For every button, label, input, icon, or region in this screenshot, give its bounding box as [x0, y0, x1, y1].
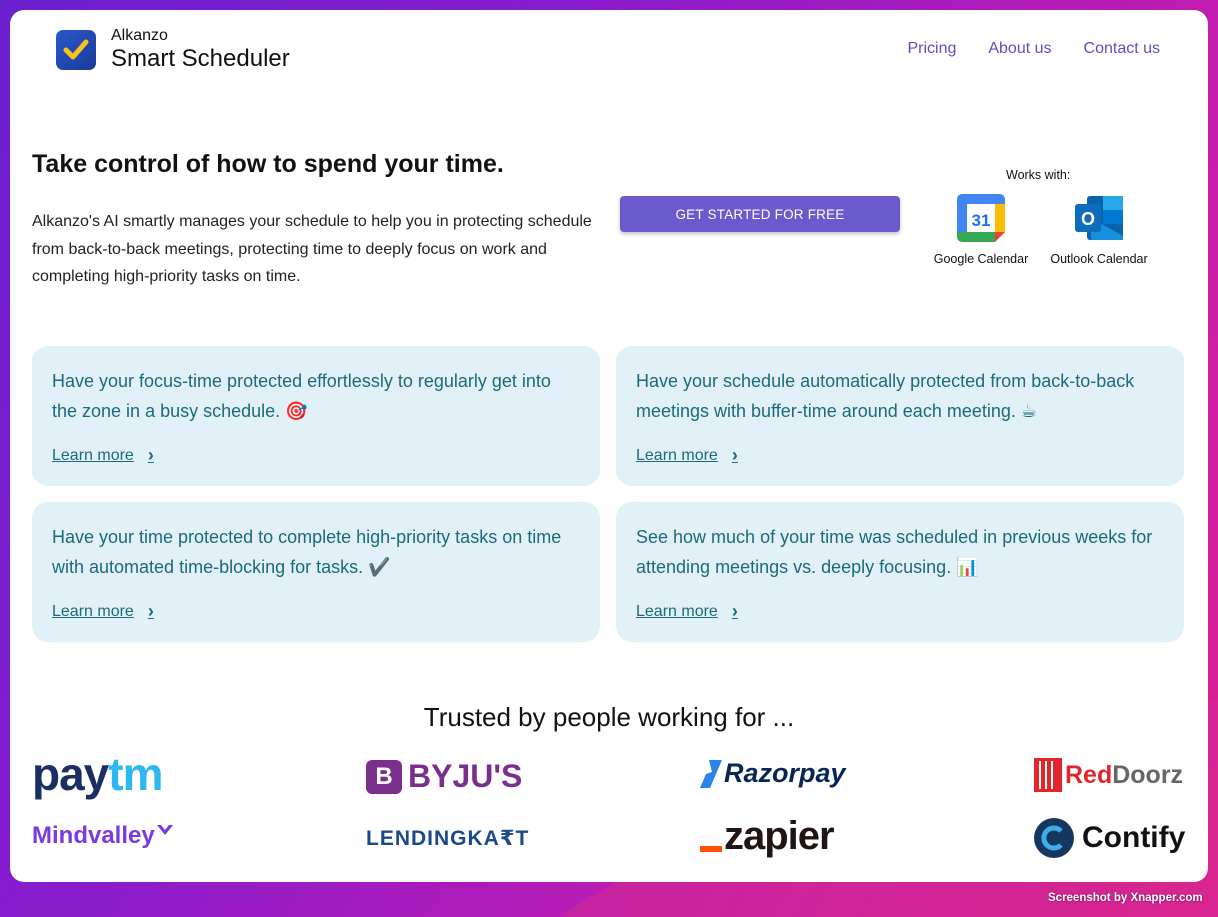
chevron-right-icon: ›	[731, 601, 738, 621]
byjus-logo: B BYJU'S	[366, 758, 522, 795]
nav-pricing[interactable]: Pricing	[907, 40, 956, 58]
brand-product: Smart Scheduler	[111, 45, 290, 72]
learn-more-label: Learn more	[636, 446, 718, 464]
integration-outlook-calendar[interactable]: O Outlook Calendar	[1044, 192, 1154, 266]
learn-more-link[interactable]: Learn more ›	[52, 445, 154, 466]
brand-logo[interactable]	[56, 30, 96, 70]
mindvalley-logo: Mindvalley	[32, 822, 173, 850]
works-with-label: Works with:	[1006, 168, 1071, 182]
learn-more-label: Learn more	[636, 602, 718, 620]
learn-more-link[interactable]: Learn more ›	[636, 445, 738, 466]
hero-description: Alkanzo's AI smartly manages your schedu…	[32, 213, 592, 285]
feature-card-time-blocking: Have your time protected to complete hig…	[32, 502, 600, 642]
reddoorz-logo: Red Doorz	[1034, 758, 1183, 792]
feature-text: See how much of your time was scheduled …	[636, 527, 1153, 577]
learn-more-label: Learn more	[52, 446, 134, 464]
paytm-logo: paytm	[32, 748, 164, 800]
learn-more-label: Learn more	[52, 602, 134, 620]
lendingkart-logo: LENDINGKA₹T	[366, 827, 530, 850]
razorpay-logo: Razorpay	[700, 758, 846, 789]
svg-text:O: O	[1081, 209, 1095, 229]
google-calendar-icon: 31	[955, 192, 1007, 244]
outlook-icon: O	[1073, 192, 1125, 244]
feature-text: Have your schedule automatically protect…	[636, 371, 1135, 421]
zapier-logo: zapier	[700, 814, 835, 858]
nav-contact-us[interactable]: Contact us	[1084, 40, 1160, 58]
feature-card-focus-time: Have your focus-time protected effortles…	[32, 346, 600, 486]
hero-title: Take control of how to spend your time.	[32, 150, 504, 178]
page-card: Alkanzo Smart Scheduler Pricing About us…	[10, 10, 1208, 882]
top-nav: Pricing About us Contact us	[907, 40, 1160, 58]
feature-text: Have your time protected to complete hig…	[52, 527, 562, 577]
learn-more-link[interactable]: Learn more ›	[52, 601, 154, 622]
integration-label: Outlook Calendar	[1050, 252, 1148, 266]
chevron-right-icon: ›	[147, 601, 154, 621]
nav-about-us[interactable]: About us	[988, 40, 1051, 58]
feature-card-time-analytics: See how much of your time was scheduled …	[616, 502, 1184, 642]
checkmark-icon	[63, 39, 89, 60]
screenshot-credit: Screenshot by Xnapper.com	[1048, 892, 1203, 904]
contify-logo: Contify	[1034, 818, 1185, 858]
feature-text: Have your focus-time protected effortles…	[52, 371, 551, 421]
learn-more-link[interactable]: Learn more ›	[636, 601, 738, 622]
chevron-right-icon: ›	[147, 445, 154, 465]
get-started-button[interactable]: GET STARTED FOR FREE	[620, 196, 900, 232]
chevron-right-icon: ›	[731, 445, 738, 465]
integration-label: Google Calendar	[933, 252, 1029, 266]
feature-card-buffer-time: Have your schedule automatically protect…	[616, 346, 1184, 486]
integration-google-calendar[interactable]: 31 Google Calendar	[928, 192, 1034, 266]
svg-text:31: 31	[972, 211, 991, 230]
brand-company: Alkanzo	[111, 27, 168, 44]
trusted-heading: Trusted by people working for ...	[423, 702, 795, 732]
